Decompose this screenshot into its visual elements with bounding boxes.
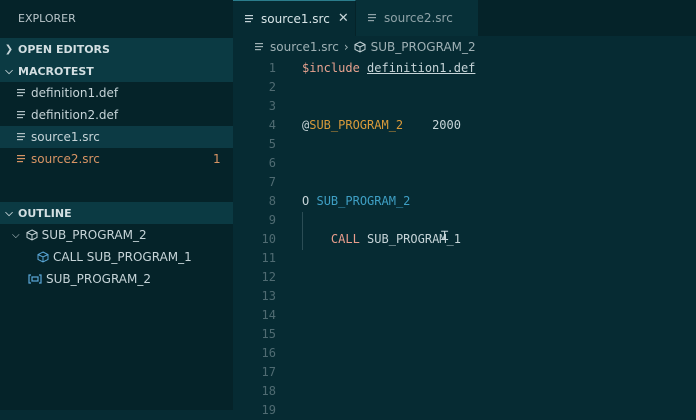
breadcrumb-file[interactable]: source1.src bbox=[270, 40, 339, 54]
file-name: definition1.def bbox=[31, 86, 119, 100]
file-name: source1.src bbox=[31, 130, 100, 144]
code-line: 3 bbox=[233, 97, 696, 116]
file-name: definition2.def bbox=[31, 108, 119, 122]
outline-label: OUTLINE bbox=[18, 206, 72, 220]
code-line: 16 bbox=[233, 344, 696, 363]
file-item-definition2[interactable]: definition2.def bbox=[0, 104, 233, 126]
line-number: 15 bbox=[261, 327, 276, 341]
file-lines-icon bbox=[255, 42, 265, 52]
problem-count-badge: 1 bbox=[213, 152, 221, 166]
line-number: 10 bbox=[261, 232, 276, 246]
cube-icon bbox=[26, 229, 38, 241]
chevron-down-icon: ⌵ bbox=[12, 229, 20, 241]
cube-icon bbox=[37, 251, 49, 263]
call-keyword: CALL bbox=[330, 232, 360, 246]
close-icon[interactable]: ✕ bbox=[338, 11, 349, 26]
line-number: 7 bbox=[268, 175, 276, 189]
line-number: 18 bbox=[261, 384, 276, 398]
chevron-right-icon: › bbox=[343, 40, 349, 54]
code-line: 12 bbox=[233, 268, 696, 287]
open-editors-label: OPEN EDITORS bbox=[18, 42, 110, 56]
program-o: O bbox=[302, 194, 310, 208]
text-cursor-icon: Ɪ bbox=[441, 229, 449, 244]
indent-guide bbox=[302, 212, 303, 250]
chevron-down-icon: ⌵ bbox=[5, 65, 13, 77]
code-line: 19 bbox=[233, 401, 696, 420]
chevron-down-icon: ⌵ bbox=[5, 207, 13, 219]
line-number: 17 bbox=[261, 365, 276, 379]
line-number: 9 bbox=[268, 213, 276, 227]
outline-item-label: SUB_PROGRAM_2 bbox=[46, 272, 151, 286]
outline-item-sub-program-2-var[interactable]: SUB_PROGRAM_2 bbox=[0, 268, 233, 290]
program-name: SUB_PROGRAM_2 bbox=[316, 194, 411, 208]
folder-label: MACROTEST bbox=[18, 64, 94, 78]
file-lines-icon bbox=[245, 14, 255, 24]
variable-name: SUB_PROGRAM_2 bbox=[309, 118, 404, 132]
code-line: 7 bbox=[233, 173, 696, 192]
explorer-title: EXPLORER bbox=[18, 12, 76, 25]
outline-item-call[interactable]: CALL SUB_PROGRAM_1 bbox=[0, 246, 233, 268]
file-lines-icon bbox=[17, 132, 31, 142]
line-number: 3 bbox=[268, 99, 276, 113]
include-directive: $include bbox=[302, 61, 360, 75]
file-item-definition1[interactable]: definition1.def bbox=[0, 82, 233, 104]
line-number: 16 bbox=[261, 346, 276, 360]
file-lines-icon bbox=[17, 110, 31, 120]
line-number: 1 bbox=[268, 61, 276, 75]
editor-area: source1.src ✕ source2.src source1.src › … bbox=[233, 0, 696, 417]
open-editors-section[interactable]: ❯ OPEN EDITORS bbox=[0, 38, 233, 60]
line-number: 5 bbox=[268, 137, 276, 151]
chevron-right-icon: ❯ bbox=[4, 43, 14, 55]
tab-label: source2.src bbox=[384, 11, 453, 25]
tab-source2[interactable]: source2.src bbox=[356, 0, 479, 36]
code-line: 17 bbox=[233, 363, 696, 382]
code-line: 14 bbox=[233, 306, 696, 325]
tab-bar: source1.src ✕ source2.src bbox=[233, 0, 696, 36]
file-item-source2[interactable]: source2.src 1 bbox=[0, 148, 233, 170]
line-number: 6 bbox=[268, 156, 276, 170]
breadcrumb: source1.src › SUB_PROGRAM_2 bbox=[233, 36, 696, 58]
file-item-source1[interactable]: source1.src bbox=[0, 126, 233, 148]
file-lines-icon bbox=[17, 154, 31, 164]
outline-item-label: CALL SUB_PROGRAM_1 bbox=[53, 250, 192, 264]
outline-section[interactable]: ⌵ OUTLINE bbox=[0, 202, 233, 224]
line-number: 19 bbox=[261, 403, 276, 417]
outline-item-sub-program-2[interactable]: ⌵ SUB_PROGRAM_2 bbox=[0, 224, 233, 246]
variable-value: 2000 bbox=[432, 118, 461, 132]
outline-item-label: SUB_PROGRAM_2 bbox=[41, 228, 147, 242]
line-number: 13 bbox=[261, 289, 276, 303]
code-line: 18 bbox=[233, 382, 696, 401]
line-number: 2 bbox=[268, 80, 276, 94]
breadcrumb-symbol[interactable]: SUB_PROGRAM_2 bbox=[371, 40, 476, 54]
code-line: 1 $include definition1.def bbox=[233, 59, 696, 78]
variable-icon bbox=[28, 273, 42, 285]
include-target[interactable]: definition1.def bbox=[367, 61, 475, 75]
sidebar: EXPLORER ❯ OPEN EDITORS ⌵ MACROTEST defi… bbox=[0, 0, 233, 410]
file-lines-icon bbox=[368, 13, 378, 23]
code-line: 5 bbox=[233, 135, 696, 154]
line-number: 8 bbox=[268, 194, 276, 208]
cube-icon bbox=[354, 41, 366, 53]
tab-label: source1.src bbox=[261, 11, 330, 26]
line-number: 12 bbox=[261, 270, 276, 284]
file-name: source2.src bbox=[31, 152, 100, 166]
code-line: 15 bbox=[233, 325, 696, 344]
code-line: 2 bbox=[233, 78, 696, 97]
line-number: 11 bbox=[261, 251, 276, 265]
code-line: 13 bbox=[233, 287, 696, 306]
code-line: 8 O SUB_PROGRAM_2 bbox=[233, 192, 696, 211]
line-number: 4 bbox=[268, 118, 276, 132]
code-line: 4 @SUB_PROGRAM_2 2000 bbox=[233, 116, 696, 135]
line-number: 14 bbox=[261, 308, 276, 322]
folder-section[interactable]: ⌵ MACROTEST bbox=[0, 60, 233, 82]
file-lines-icon bbox=[17, 88, 31, 98]
code-line: 11 bbox=[233, 249, 696, 268]
code-line: 6 bbox=[233, 154, 696, 173]
tab-source1[interactable]: source1.src ✕ bbox=[233, 0, 356, 36]
